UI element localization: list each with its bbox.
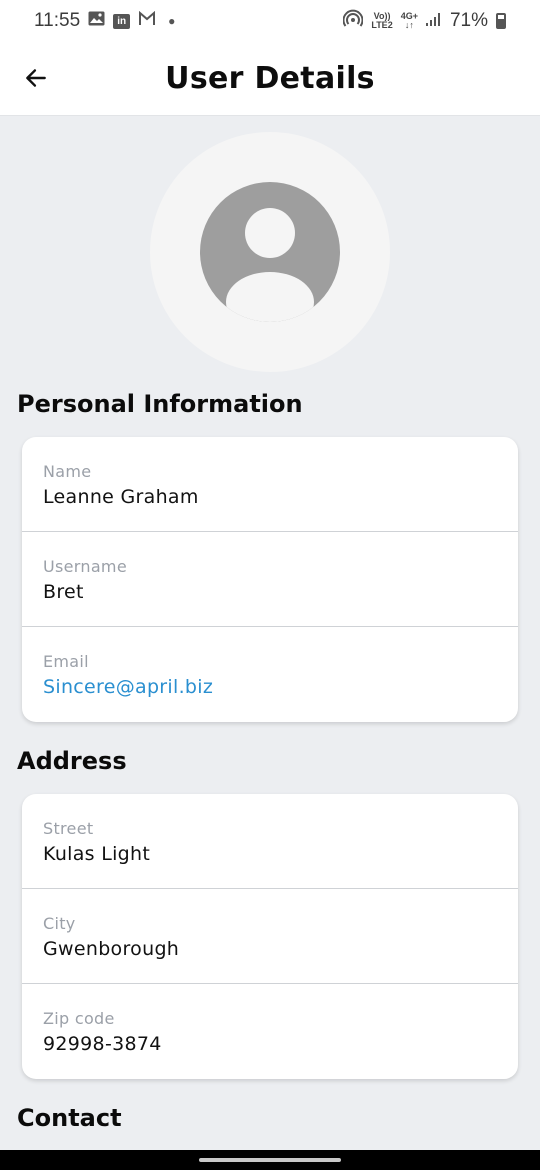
field-value: Bret [43, 581, 84, 603]
arrow-left-icon [26, 69, 46, 87]
personal-information-card: Name Leanne Graham Username Bret Email S… [22, 437, 518, 722]
username-field: Username Bret [22, 532, 518, 627]
status-bar-left: 11:55 in ● [34, 10, 175, 32]
signal-icon [425, 10, 442, 32]
network-indicator: 4G+ ↓↑ [401, 12, 418, 30]
volte-indicator: Vo)) LTE2 [371, 12, 392, 30]
gallery-icon [88, 10, 105, 32]
field-label: Name [43, 462, 92, 481]
home-gesture-handle[interactable] [199, 1158, 341, 1162]
page-title: User Details [165, 61, 375, 96]
back-button[interactable] [14, 56, 58, 100]
field-value: Leanne Graham [43, 486, 199, 508]
section-title-address: Address [17, 747, 127, 775]
field-value: Gwenborough [43, 938, 180, 960]
status-time: 11:55 [34, 10, 81, 31]
city-field: City Gwenborough [22, 889, 518, 984]
section-title-contact: Contact [17, 1104, 122, 1132]
field-label: Email [43, 652, 89, 671]
field-label: Zip code [43, 1009, 115, 1028]
field-value: Kulas Light [43, 843, 151, 865]
app-bar: User Details [0, 42, 540, 116]
zip-code-field: Zip code 92998-3874 [22, 984, 518, 1079]
more-notifications-dot-icon: ● [168, 14, 176, 28]
system-navigation-bar [0, 1150, 540, 1170]
hotspot-icon [342, 9, 364, 33]
battery-icon [496, 13, 506, 29]
field-label: City [43, 914, 76, 933]
status-bar-right: Vo)) LTE2 4G+ ↓↑ 71% [342, 9, 506, 33]
volte-label-bottom: LTE2 [371, 20, 393, 30]
email-link[interactable]: Sincere@april.biz [43, 676, 518, 698]
gmail-icon [138, 10, 156, 32]
status-bar: 11:55 in ● Vo)) LTE2 4G+ ↓↑ 71% [0, 0, 540, 42]
field-value: 92998-3874 [43, 1033, 162, 1055]
person-placeholder-icon [200, 182, 340, 322]
field-label: Street [43, 819, 94, 838]
section-title-personal-information: Personal Information [17, 390, 303, 418]
linkedin-icon: in [113, 13, 131, 29]
address-card: Street Kulas Light City Gwenborough Zip … [22, 794, 518, 1079]
email-field: Email Sincere@april.biz [22, 627, 518, 722]
street-field: Street Kulas Light [22, 794, 518, 889]
name-field: Name Leanne Graham [22, 437, 518, 532]
field-label: Username [43, 557, 127, 576]
avatar [150, 132, 390, 372]
battery-percent: 71% [449, 10, 488, 31]
data-arrows-label: ↓↑ [404, 20, 414, 30]
